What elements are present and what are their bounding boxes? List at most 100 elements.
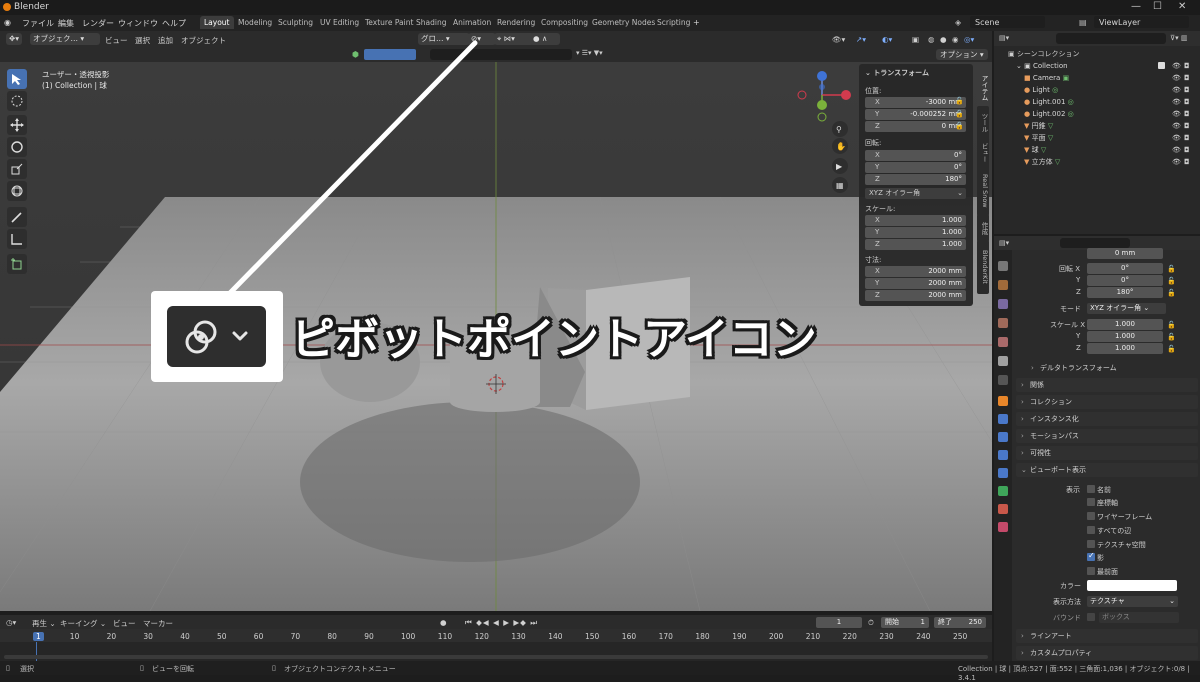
outliner-item-cone[interactable]: ▼ 円錐 ▽ 👁 ◘ <box>994 120 1200 132</box>
eye-icon[interactable]: 👁 <box>1172 156 1181 168</box>
scene-collection-label[interactable]: ▣ シーンコレクション <box>1008 49 1080 59</box>
menu-object[interactable]: オブジェクト <box>181 35 226 46</box>
tab-layout[interactable]: Layout <box>200 16 234 29</box>
section-line-art[interactable]: › ラインアート <box>1016 629 1198 643</box>
maximize-icon[interactable]: ☐ <box>1153 1 1162 12</box>
section-viewport-display[interactable]: ⌄ ビューポート表示 <box>1016 463 1198 477</box>
render-icon[interactable]: ◘ <box>1184 120 1190 132</box>
section-custom-properties[interactable]: › カスタムプロパティ <box>1016 646 1198 660</box>
tab-uv-editing[interactable]: UV Editing <box>316 16 363 29</box>
eye-icon[interactable]: 👁 <box>1172 72 1181 84</box>
show-texture-space-checkbox[interactable] <box>1087 540 1095 548</box>
collection-checkbox[interactable] <box>1158 62 1165 69</box>
material-tab-icon[interactable] <box>998 504 1008 514</box>
render-icon[interactable]: ◘ <box>1184 96 1190 108</box>
end-frame-field[interactable]: 終了 250 <box>934 617 986 628</box>
outliner-item-light-002[interactable]: ● Light.002 ◎ 👁 ◘ <box>994 108 1200 120</box>
editor-type-dropdown[interactable]: ✥▾ <box>6 33 23 45</box>
show-axes-checkbox[interactable] <box>1087 498 1095 506</box>
section-collections[interactable]: › コレクション <box>1016 395 1198 409</box>
properties-editor-icon[interactable]: ▤▾ <box>999 239 1009 247</box>
particles-tab-icon[interactable] <box>998 432 1008 442</box>
tab-view[interactable]: ビュー <box>977 138 989 168</box>
menu-window[interactable]: ウィンドウ <box>118 18 158 29</box>
tab-shading[interactable]: Shading <box>412 16 450 29</box>
data-tab-icon[interactable] <box>998 486 1008 496</box>
scale-lock-icons[interactable]: 🔓 🔓 🔓 <box>1167 319 1176 355</box>
eye-icon[interactable]: 👁 <box>1172 132 1181 144</box>
annotate-tool[interactable] <box>7 207 27 227</box>
menu-render[interactable]: レンダー <box>82 18 114 29</box>
tool-tab-icon[interactable] <box>998 261 1008 271</box>
object-color-swatch[interactable] <box>1087 580 1177 591</box>
current-frame-field[interactable]: 1 <box>816 617 862 628</box>
timeline-scrollbar[interactable] <box>4 655 988 659</box>
show-wireframe-checkbox[interactable] <box>1087 512 1095 520</box>
outliner-item-cube[interactable]: ▼ 立方体 ▽ 👁 ◘ <box>994 156 1200 168</box>
outliner-filter-icon[interactable]: ⊽▾ ▥ <box>1170 34 1187 42</box>
scale-x-value[interactable]: 1.000 <box>1087 319 1163 330</box>
tab-compositing[interactable]: Compositing <box>537 16 592 29</box>
mode-dropdown[interactable]: オブジェク… ▾ <box>30 33 100 45</box>
menu-add[interactable]: 追加 <box>158 35 173 46</box>
scene-icon[interactable]: ◈ <box>955 18 961 27</box>
tab-blenderkit[interactable]: BlenderKit <box>977 240 989 294</box>
object-type-icon[interactable]: ⬢ <box>352 50 359 59</box>
tab-sculpting[interactable]: Sculpting <box>274 16 317 29</box>
rotation-z-field[interactable]: Z 180° <box>865 174 966 185</box>
add-cube-tool[interactable] <box>7 254 27 274</box>
dimensions-z-field[interactable]: Z 2000 mm <box>865 290 966 301</box>
scale-z-value[interactable]: 1.000 <box>1087 343 1163 354</box>
scene-name[interactable]: Scene <box>975 18 999 27</box>
menu-view[interactable]: ビュー <box>105 35 128 46</box>
tab-texture-paint[interactable]: Texture Paint <box>361 16 417 29</box>
lock-location-y-icon[interactable]: 🔓 <box>955 110 964 118</box>
tab-rendering[interactable]: Rendering <box>493 16 539 29</box>
section-delta-transform[interactable]: › デルタトランスフォーム <box>1016 361 1198 375</box>
dimensions-x-field[interactable]: X 2000 mm <box>865 266 966 277</box>
section-visibility[interactable]: › 可視性 <box>1016 446 1198 460</box>
overlay-toggle-icon[interactable]: ◐▾ <box>882 35 892 44</box>
close-icon[interactable]: ✕ <box>1178 1 1186 12</box>
shading-rendered-icon[interactable]: ◎▾ <box>964 35 974 44</box>
rotation-x-value[interactable]: 0° <box>1087 263 1163 274</box>
options-dropdown[interactable]: オプション ▾ <box>936 49 988 60</box>
scale-y-value[interactable]: 1.000 <box>1087 331 1163 342</box>
menu-select[interactable]: 選択 <box>135 35 150 46</box>
scale-x-field[interactable]: X 1.000 <box>865 215 966 226</box>
marker-menu[interactable]: マーカー <box>143 618 173 629</box>
bounds-checkbox[interactable] <box>1087 613 1095 621</box>
show-in-front-checkbox[interactable] <box>1087 567 1095 575</box>
tab-item[interactable]: アイテム <box>977 68 989 108</box>
eye-icon[interactable]: 👁 <box>1172 60 1181 72</box>
gizmo-toggle-icon[interactable]: ↗▾ <box>856 35 866 44</box>
add-workspace-icon[interactable]: + <box>693 18 700 27</box>
rotation-x-field[interactable]: X 0° <box>865 150 966 161</box>
playback-controls[interactable]: ⏮ ◆◀ ◀ ▶ ▶◆ ⏭ <box>465 618 538 628</box>
transform-orientation-dropdown[interactable]: グロ… ▾ <box>418 33 470 45</box>
render-tab-icon[interactable] <box>998 280 1008 290</box>
panel-title[interactable]: ⌄ トランスフォーム <box>865 68 929 78</box>
outliner-item-sphere[interactable]: ▼ 球 ▽ 👁 ◘ <box>994 144 1200 156</box>
menu-edit[interactable]: 編集 <box>58 18 74 29</box>
viewlayer-icon[interactable]: ▤ <box>1079 18 1087 27</box>
rotation-lock-icons[interactable]: 🔓 🔓 🔓 <box>1167 263 1176 299</box>
move-tool[interactable] <box>7 115 27 135</box>
location-y-field[interactable]: Y -0.000252 mm <box>865 109 966 120</box>
visibility-icon[interactable]: 👁▾ <box>832 35 845 44</box>
render-icon[interactable]: ◘ <box>1184 84 1190 96</box>
render-icon[interactable]: ◘ <box>1184 60 1190 72</box>
measure-tool[interactable] <box>7 229 27 249</box>
snap-dropdown[interactable]: ⌖ ⋈▾ <box>494 33 534 45</box>
viewlayer-name[interactable]: ViewLayer <box>1099 18 1140 27</box>
menu-help[interactable]: ヘルプ <box>162 18 186 29</box>
select-box-tool[interactable] <box>7 69 27 89</box>
tab-modeling[interactable]: Modeling <box>234 16 276 29</box>
transform-tool[interactable] <box>7 181 27 201</box>
physics-tab-icon[interactable] <box>998 450 1008 460</box>
dimensions-y-field[interactable]: Y 2000 mm <box>865 278 966 289</box>
tab-geometry-nodes[interactable]: Geometry Nodes <box>588 16 659 29</box>
eye-icon[interactable]: 👁 <box>1172 96 1181 108</box>
scale-y-field[interactable]: Y 1.000 <box>865 227 966 238</box>
show-name-checkbox[interactable] <box>1087 485 1095 493</box>
